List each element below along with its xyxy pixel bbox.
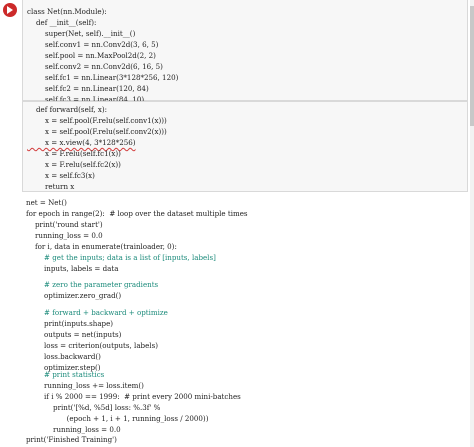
code-comment[interactable]: # zero the parameter gradients xyxy=(26,279,158,290)
code-line[interactable]: print('round start') xyxy=(26,219,103,230)
code-cell-class-def[interactable]: class Net(nn.Module): def __init__(self)… xyxy=(22,0,468,104)
play-icon xyxy=(7,6,13,14)
code-line[interactable]: x = F.relu(self.fc1(x)) xyxy=(27,148,121,159)
code-cell-training[interactable]: net = Net() for epoch in range(2): # loo… xyxy=(22,197,468,434)
code-line[interactable]: inputs, labels = data xyxy=(26,263,118,274)
code-line[interactable]: running_loss += loss.item() xyxy=(26,380,144,391)
code-line[interactable]: running_loss = 0.0 xyxy=(26,230,103,241)
code-line[interactable]: super(Net, self).__init__() xyxy=(27,28,135,39)
code-line-error[interactable]: x = x.view(4, 3*128*256) xyxy=(27,137,136,148)
code-line[interactable]: (epoch + 1, i + 1, running_loss / 2000)) xyxy=(26,413,209,424)
code-line[interactable]: return x xyxy=(27,181,74,192)
code-line[interactable]: def forward(self, x): xyxy=(27,104,107,115)
code-line[interactable]: self.fc1 = nn.Linear(3*128*256, 120) xyxy=(27,72,178,83)
code-line[interactable]: optimizer.zero_grad() xyxy=(26,290,121,301)
code-comment[interactable]: # print statistics xyxy=(26,369,104,380)
code-line[interactable]: self.pool = nn.MaxPool2d(2, 2) xyxy=(27,50,156,61)
code-line[interactable]: print(inputs.shape) xyxy=(26,318,113,329)
code-line[interactable]: self.conv2 = nn.Conv2d(6, 16, 5) xyxy=(27,61,163,72)
code-line[interactable]: loss.backward() xyxy=(26,351,101,362)
code-line[interactable]: x = self.fc3(x) xyxy=(27,170,95,181)
code-line[interactable]: net = Net() xyxy=(26,197,67,208)
code-line[interactable]: def __init__(self): xyxy=(27,17,96,28)
code-line[interactable]: class Net(nn.Module): xyxy=(27,6,107,17)
code-line[interactable]: loss = criterion(outputs, labels) xyxy=(26,340,158,351)
code-cell-forward[interactable]: def forward(self, x): x = self.pool(F.re… xyxy=(22,101,468,192)
code-line[interactable]: if i % 2000 == 1999: # print every 2000 … xyxy=(26,391,241,402)
code-comment[interactable]: # forward + backward + optimize xyxy=(26,307,168,318)
run-cell-button[interactable] xyxy=(3,3,17,17)
scrollbar-thumb[interactable] xyxy=(470,6,474,126)
code-line[interactable]: self.conv1 = nn.Conv2d(3, 6, 5) xyxy=(27,39,158,50)
code-line[interactable]: x = self.pool(F.relu(self.conv2(x))) xyxy=(27,126,167,137)
code-line[interactable]: print('Finished Training') xyxy=(26,434,117,445)
code-line[interactable]: print('[%d, %5d] loss: %.3f' % xyxy=(26,402,160,413)
code-line[interactable]: for i, data in enumerate(trainloader, 0)… xyxy=(26,241,177,252)
code-line[interactable]: x = self.pool(F.relu(self.conv1(x))) xyxy=(27,115,167,126)
vertical-scrollbar[interactable] xyxy=(470,0,474,447)
cell-gutter xyxy=(0,0,22,447)
code-line[interactable]: for epoch in range(2): # loop over the d… xyxy=(26,208,248,219)
code-line[interactable]: x = F.relu(self.fc2(x)) xyxy=(27,159,121,170)
code-line[interactable]: self.fc2 = nn.Linear(120, 84) xyxy=(27,83,149,94)
code-line[interactable]: outputs = net(inputs) xyxy=(26,329,121,340)
code-comment[interactable]: # get the inputs; data is a list of [inp… xyxy=(26,252,216,263)
